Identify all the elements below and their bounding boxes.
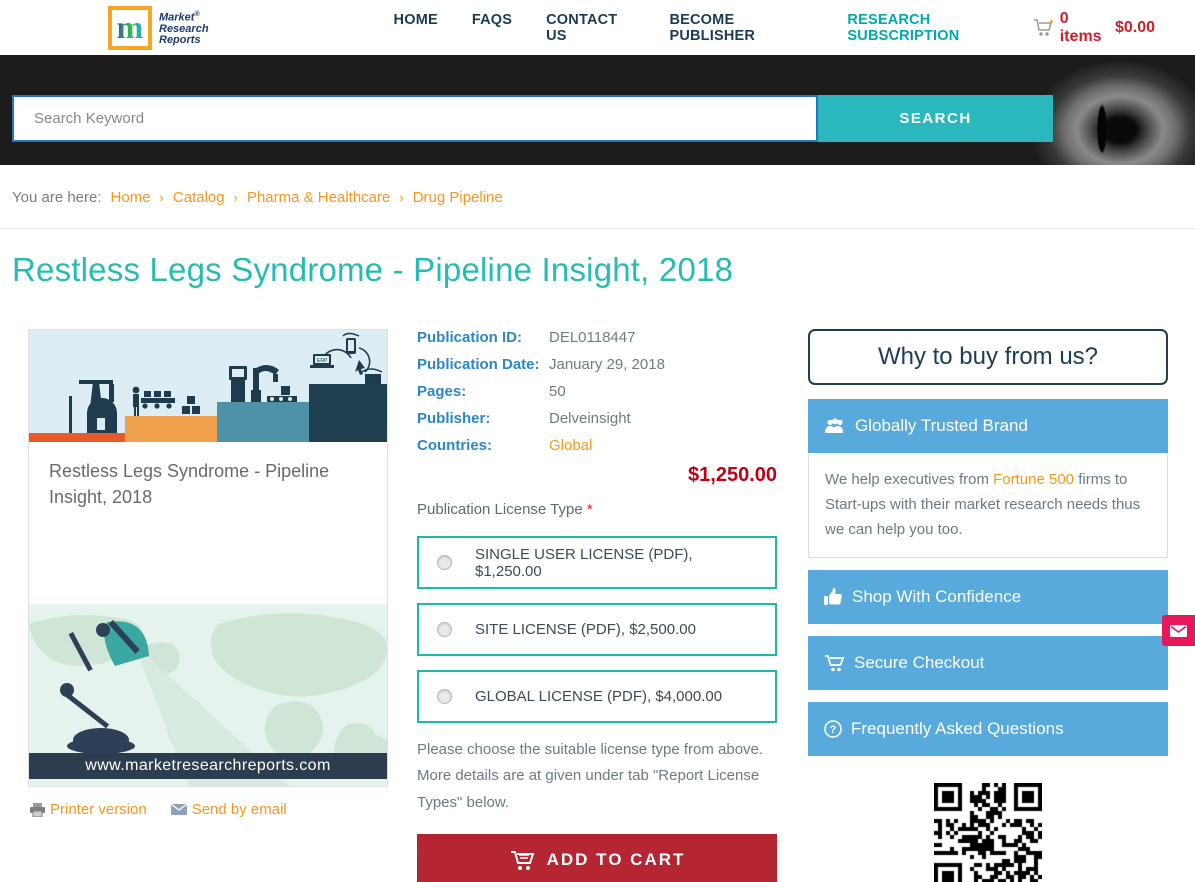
search-button[interactable]: SEARCH	[818, 95, 1053, 142]
sidebar-item-secure-checkout[interactable]: Secure Checkout	[808, 635, 1168, 690]
trusted-brand-text: We help executives from Fortune 500 firm…	[808, 453, 1168, 558]
detail-publication-id: Publication ID: DEL0118447	[417, 329, 636, 346]
detail-publisher: Publisher: Delveinsight	[417, 410, 631, 427]
detail-pages: Pages: 50	[417, 383, 566, 400]
add-to-cart-button[interactable]: ADD TO CART	[417, 833, 777, 882]
cover-website-url: www.marketresearchreports.com	[29, 753, 387, 779]
main-nav: HOME FAQS CONTACT US BECOME PUBLISHER RE…	[394, 12, 1033, 44]
qr-code	[934, 782, 1042, 882]
users-icon	[824, 418, 846, 434]
breadcrumb-prefix: You are here:	[12, 189, 102, 206]
license-option-global[interactable]: GLOBAL LICENSE (PDF), $4,000.00	[417, 670, 777, 723]
email-icon	[170, 804, 187, 815]
cart-count: 0 items	[1059, 9, 1102, 45]
detail-publication-date: Publication Date: January 29, 2018	[417, 356, 665, 373]
svg-text:m: m	[117, 12, 144, 44]
nav-contact-us[interactable]: CONTACT US	[546, 12, 635, 44]
cart-total: $0.00	[1114, 18, 1155, 36]
question-icon: ?	[824, 719, 842, 738]
cart-icon	[1033, 18, 1054, 37]
site-logo[interactable]: m Market® Research Reports	[108, 5, 209, 50]
radio-button[interactable]	[437, 622, 452, 637]
breadcrumb-home[interactable]: Home	[111, 189, 151, 206]
nav-home[interactable]: HOME	[394, 12, 438, 44]
license-option-site[interactable]: SITE LICENSE (PDF), $2,500.00	[417, 603, 777, 656]
sidebar-item-faq[interactable]: ? Frequently Asked Questions	[808, 701, 1168, 756]
breadcrumb-separator: ›	[159, 190, 164, 205]
license-note: Please choose the suitable license type …	[417, 741, 764, 811]
nav-research-subscription[interactable]: RESEARCH SUBSCRIPTION	[847, 12, 1032, 44]
world-map-graphic: www.marketresearchreports.com	[29, 604, 387, 786]
sidebar-item-globally-trusted[interactable]: Globally Trusted Brand	[808, 399, 1168, 453]
industry-illustration: ERP	[29, 330, 387, 442]
email-contact-fab[interactable]	[1162, 615, 1195, 646]
send-by-email-link[interactable]: Send by email	[170, 801, 287, 818]
sidebar-item-shop-confidence[interactable]: Shop With Confidence	[808, 569, 1168, 624]
license-type-label: Publication License Type *	[417, 501, 593, 518]
why-buy-heading: Why to buy from us?	[808, 329, 1168, 385]
breadcrumb-drug-pipeline[interactable]: Drug Pipeline	[413, 189, 503, 206]
logo-text: Market® Research Reports	[159, 11, 209, 46]
radio-button[interactable]	[437, 689, 452, 704]
breadcrumb-separator: ›	[233, 190, 238, 205]
printer-icon	[30, 802, 45, 817]
cart-icon	[509, 849, 535, 871]
radio-button[interactable]	[437, 555, 452, 570]
breadcrumb-pharma-healthcare[interactable]: Pharma & Healthcare	[247, 189, 390, 206]
breadcrumb-catalog[interactable]: Catalog	[173, 189, 225, 206]
envelope-icon	[1170, 624, 1187, 637]
required-asterisk: *	[586, 501, 593, 518]
search-input[interactable]	[12, 95, 818, 142]
breadcrumb: You are here: Home › Catalog › Pharma & …	[0, 165, 1195, 206]
cart-icon	[824, 654, 845, 672]
cart-summary[interactable]: 0 items $0.00	[1033, 10, 1155, 46]
thumbs-up-icon	[824, 587, 843, 606]
license-option-single-user[interactable]: SINGLE USER LICENSE (PDF), $1,250.00	[417, 536, 777, 589]
search-banner: SEARCH	[0, 55, 1195, 168]
svg-text:ERP: ERP	[317, 358, 328, 364]
nav-faqs[interactable]: FAQS	[472, 12, 512, 44]
countries-global-link[interactable]: Global	[549, 437, 592, 454]
nav-become-publisher[interactable]: BECOME PUBLISHER	[669, 12, 813, 44]
svg-text:?: ?	[830, 724, 837, 736]
report-cover-image: ERP Restless Legs Syndrome - Pipeline In…	[28, 329, 388, 787]
logo-mark-icon: m	[108, 5, 152, 50]
page-title: Restless Legs Syndrome - Pipeline Insigh…	[12, 251, 734, 288]
fortune-500-link[interactable]: Fortune 500	[993, 471, 1074, 488]
top-header: m Market® Research Reports HOME FAQS CON…	[0, 0, 1195, 55]
breadcrumb-separator: ›	[399, 190, 404, 205]
detail-countries: Countries: Global	[417, 437, 593, 454]
cover-title: Restless Legs Syndrome - Pipeline Insigh…	[49, 461, 330, 507]
price: $1,250.00	[688, 464, 777, 486]
printer-version-link[interactable]: Printer version	[30, 801, 147, 818]
